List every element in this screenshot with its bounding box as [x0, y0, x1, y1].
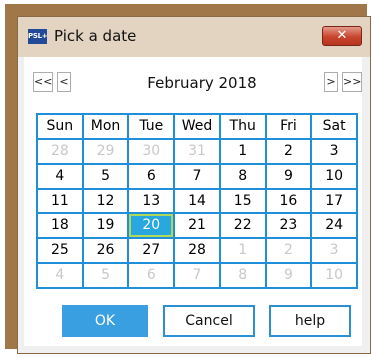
title-bar[interactable]: PSL+ Pick a date ✕ — [18, 17, 370, 57]
prev-month-button[interactable]: < — [57, 72, 71, 92]
day-cell[interactable]: 7 — [175, 164, 219, 188]
window-title: Pick a date — [54, 27, 137, 45]
selected-day-cell[interactable]: 20 — [129, 214, 174, 238]
day-cell[interactable]: 14 — [175, 189, 219, 213]
day-cell[interactable]: 1 — [220, 139, 265, 163]
adjacent-month-day-cell[interactable]: 30 — [129, 139, 174, 163]
adjacent-month-day-cell[interactable]: 4 — [38, 264, 82, 287]
day-cell[interactable]: 28 — [175, 239, 219, 263]
day-cell[interactable]: 12 — [83, 189, 128, 213]
day-cell[interactable]: 8 — [220, 164, 265, 188]
ok-button[interactable]: OK — [62, 305, 148, 337]
weekday-header-mon: Mon — [83, 115, 128, 138]
day-cell[interactable]: 6 — [129, 164, 174, 188]
month-year-label: February 2018 — [147, 74, 257, 92]
day-cell[interactable]: 9 — [266, 164, 311, 188]
next-year-button[interactable]: >> — [342, 72, 362, 92]
date-picker-dialog: PSL+ Pick a date ✕ << < February 2018 > … — [17, 16, 371, 354]
day-cell[interactable]: 11 — [38, 189, 82, 213]
day-cell[interactable]: 26 — [83, 239, 128, 263]
weekday-header-thu: Thu — [220, 115, 265, 138]
day-cell[interactable]: 23 — [266, 214, 311, 238]
weekday-header-sat: Sat — [312, 115, 356, 138]
day-cell[interactable]: 21 — [175, 214, 219, 238]
prev-year-button[interactable]: << — [33, 72, 53, 92]
next-month-button[interactable]: > — [324, 72, 338, 92]
window-frame: PSL+ Pick a date ✕ << < February 2018 > … — [5, 4, 371, 354]
day-cell[interactable]: 2 — [266, 139, 311, 163]
weekday-header-tue: Tue — [129, 115, 174, 138]
day-cell[interactable]: 17 — [312, 189, 356, 213]
day-cell[interactable]: 27 — [129, 239, 174, 263]
adjacent-month-day-cell[interactable]: 10 — [312, 264, 356, 287]
weekday-header-fri: Fri — [266, 115, 311, 138]
adjacent-month-day-cell[interactable]: 5 — [83, 264, 128, 287]
adjacent-month-day-cell[interactable]: 3 — [312, 239, 356, 263]
adjacent-month-day-cell[interactable]: 8 — [220, 264, 265, 287]
day-cell[interactable]: 10 — [312, 164, 356, 188]
day-cell[interactable]: 15 — [220, 189, 265, 213]
day-cell[interactable]: 18 — [38, 214, 82, 238]
day-cell[interactable]: 25 — [38, 239, 82, 263]
day-cell[interactable]: 24 — [312, 214, 356, 238]
adjacent-month-day-cell[interactable]: 6 — [129, 264, 174, 287]
day-cell[interactable]: 13 — [129, 189, 174, 213]
close-button[interactable]: ✕ — [322, 26, 362, 46]
day-cell[interactable]: 22 — [220, 214, 265, 238]
adjacent-month-day-cell[interactable]: 31 — [175, 139, 219, 163]
adjacent-month-day-cell[interactable]: 29 — [83, 139, 128, 163]
cancel-button[interactable]: Cancel — [163, 305, 255, 337]
weekday-header-wed: Wed — [175, 115, 219, 138]
day-cell[interactable]: 16 — [266, 189, 311, 213]
day-cell[interactable]: 3 — [312, 139, 356, 163]
day-cell[interactable]: 5 — [83, 164, 128, 188]
day-cell[interactable]: 4 — [38, 164, 82, 188]
adjacent-month-day-cell[interactable]: 28 — [38, 139, 82, 163]
app-icon: PSL+ — [28, 29, 48, 44]
help-button[interactable]: help — [269, 305, 351, 337]
dialog-content: << < February 2018 > >> Sun Mon Tue Wed Thu F… — [24, 57, 362, 346]
adjacent-month-day-cell[interactable]: 2 — [266, 239, 311, 263]
adjacent-month-day-cell[interactable]: 7 — [175, 264, 219, 287]
day-cell[interactable]: 19 — [83, 214, 128, 238]
weekday-header-sun: Sun — [38, 115, 82, 138]
adjacent-month-day-cell[interactable]: 9 — [266, 264, 311, 287]
adjacent-month-day-cell[interactable]: 1 — [220, 239, 265, 263]
calendar-grid: Sun Mon Tue Wed Thu Fri Sat 28 29 30 31 1 2 3 4 5 6 7 8 9 10… — [36, 113, 358, 289]
